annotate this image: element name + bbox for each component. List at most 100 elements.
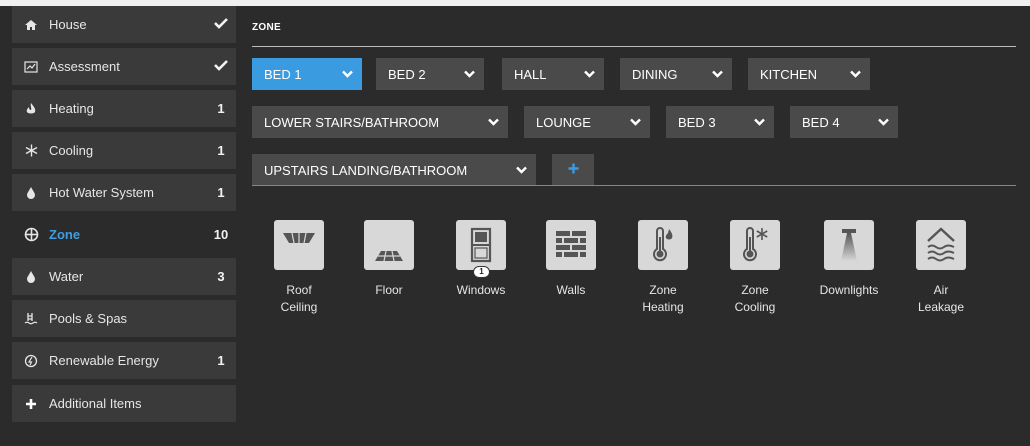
tile-roof-ceiling[interactable]: Roof Ceiling — [266, 220, 332, 316]
zone-tab-label: UPSTAIRS LANDING/BATHROOM — [264, 162, 468, 178]
zone-tab-lower-stairs-bathroom[interactable]: LOWER STAIRS/BATHROOM — [252, 106, 508, 138]
zone-tab-hall[interactable]: HALL — [502, 58, 604, 90]
sidebar-item-additional-items[interactable]: Additional Items — [12, 385, 236, 422]
tile-label: Downlights — [819, 283, 879, 297]
count-badge: 1 — [217, 353, 225, 368]
sidebar-item-pools-spas[interactable]: Pools & Spas — [12, 300, 236, 337]
snowflake-icon — [22, 144, 40, 158]
zone-tab-dining[interactable]: DINING — [620, 58, 732, 90]
roof-ceiling-icon — [274, 220, 324, 270]
zone-tab-kitchen[interactable]: KITCHEN — [748, 58, 870, 90]
tile-air-leakage[interactable]: Air Leakage — [908, 220, 974, 316]
renewable-energy-icon — [22, 354, 40, 368]
tile-label: Windows — [456, 283, 506, 297]
tile-label: Zone Heating — [642, 283, 684, 314]
zone-tab-upstairs-landing-bathroom[interactable]: UPSTAIRS LANDING/BATHROOM — [252, 154, 536, 186]
chevron-down-icon — [332, 70, 362, 78]
tile-zone-heating[interactable]: Zone Heating — [630, 220, 696, 316]
tile-label: Walls — [556, 283, 586, 297]
sidebar-item-label: Renewable Energy — [49, 353, 159, 368]
divider — [252, 185, 1016, 186]
brick-wall-icon — [546, 220, 596, 270]
app-window: House Assessment Heating 1 Cooling 1 Hot… — [0, 6, 1030, 446]
zone-tab-label: HALL — [514, 66, 547, 82]
downlight-icon — [824, 220, 874, 270]
zone-tab-bed-4[interactable]: BED 4 — [790, 106, 898, 138]
zone-tab-label: DINING — [632, 66, 678, 82]
sidebar-item-label: Heating — [49, 101, 94, 116]
sidebar-item-label: Zone — [49, 227, 81, 242]
sidebar-item-label: Pools & Spas — [49, 311, 128, 326]
check-icon — [206, 17, 236, 32]
chevron-down-icon — [574, 70, 604, 78]
chevron-down-icon — [868, 118, 898, 126]
chevron-down-icon — [478, 118, 508, 126]
assessment-icon — [22, 60, 40, 74]
sidebar-item-cooling[interactable]: Cooling 1 — [12, 132, 236, 169]
tile-floor[interactable]: Floor — [356, 220, 422, 299]
page-title: ZONE — [252, 22, 281, 33]
count-badge: 1 — [217, 101, 225, 116]
chevron-down-icon — [702, 70, 732, 78]
zone-tab-bed-2[interactable]: BED 2 — [376, 58, 484, 90]
air-leakage-icon — [916, 220, 966, 270]
thermometer-heat-icon — [638, 220, 688, 270]
sidebar-item-water[interactable]: Water 3 — [12, 258, 236, 295]
count-badge: 3 — [217, 269, 225, 284]
divider — [252, 46, 1016, 47]
tile-windows[interactable]: 1 Windows — [448, 220, 514, 299]
sidebar: House Assessment Heating 1 Cooling 1 Hot… — [12, 6, 236, 446]
zone-tab-label: LOWER STAIRS/BATHROOM — [264, 114, 440, 130]
zone-tab-lounge[interactable]: LOUNGE — [524, 106, 650, 138]
zone-tab-bed-1[interactable]: BED 1 — [252, 58, 362, 90]
sidebar-item-label: Assessment — [49, 59, 120, 74]
water-drop-icon — [22, 270, 40, 284]
chevron-down-icon — [454, 70, 484, 78]
zone-tab-label: BED 3 — [678, 114, 716, 130]
zone-tab-label: BED 4 — [802, 114, 840, 130]
zone-panel: ZONE BED 1 BED 2 HALL DINING KITCHEN LOW… — [252, 6, 1016, 446]
zone-tab-label: BED 2 — [388, 66, 426, 82]
chevron-down-icon — [840, 70, 870, 78]
tile-label: Air Leakage — [917, 283, 965, 314]
chevron-down-icon — [620, 118, 650, 126]
thermometer-cool-icon — [730, 220, 780, 270]
floor-icon — [364, 220, 414, 270]
count-badge: 1 — [217, 143, 225, 158]
sidebar-item-zone[interactable]: Zone 10 — [12, 216, 236, 253]
plus-icon — [568, 161, 579, 179]
water-drop-icon — [22, 186, 40, 200]
house-icon — [22, 18, 40, 32]
sidebar-item-label: Cooling — [49, 143, 94, 158]
zone-tab-label: KITCHEN — [760, 66, 818, 82]
tile-walls[interactable]: Walls — [538, 220, 604, 299]
tile-label: Zone Cooling — [734, 283, 776, 314]
count-badge: 1 — [473, 266, 490, 278]
sidebar-item-label: Water — [49, 269, 84, 284]
tile-downlights[interactable]: Downlights — [816, 220, 882, 299]
sidebar-item-label: Hot Water System — [49, 185, 154, 200]
tile-label: Roof Ceiling — [280, 283, 318, 314]
sidebar-item-label: Additional Items — [49, 396, 142, 411]
check-icon — [206, 59, 236, 74]
chevron-down-icon — [506, 166, 536, 174]
zone-tab-bed-3[interactable]: BED 3 — [666, 106, 774, 138]
pool-icon — [22, 312, 40, 326]
sidebar-item-renewable-energy[interactable]: Renewable Energy 1 — [12, 342, 236, 379]
add-zone-button[interactable] — [552, 154, 594, 186]
flame-icon — [22, 102, 40, 116]
count-badge: 1 — [217, 185, 225, 200]
zone-icon — [22, 227, 40, 242]
zone-tab-label: LOUNGE — [536, 114, 591, 130]
window-icon: 1 — [456, 220, 506, 278]
tile-zone-cooling[interactable]: Zone Cooling — [722, 220, 788, 316]
sidebar-item-label: House — [49, 17, 87, 32]
plus-icon — [22, 397, 40, 411]
sidebar-item-heating[interactable]: Heating 1 — [12, 90, 236, 127]
sidebar-item-house[interactable]: House — [12, 6, 236, 43]
sidebar-item-assessment[interactable]: Assessment — [12, 48, 236, 85]
count-badge: 10 — [213, 227, 229, 242]
zone-tab-label: BED 1 — [264, 66, 302, 82]
tile-label: Floor — [375, 283, 403, 297]
sidebar-item-hot-water-system[interactable]: Hot Water System 1 — [12, 174, 236, 211]
